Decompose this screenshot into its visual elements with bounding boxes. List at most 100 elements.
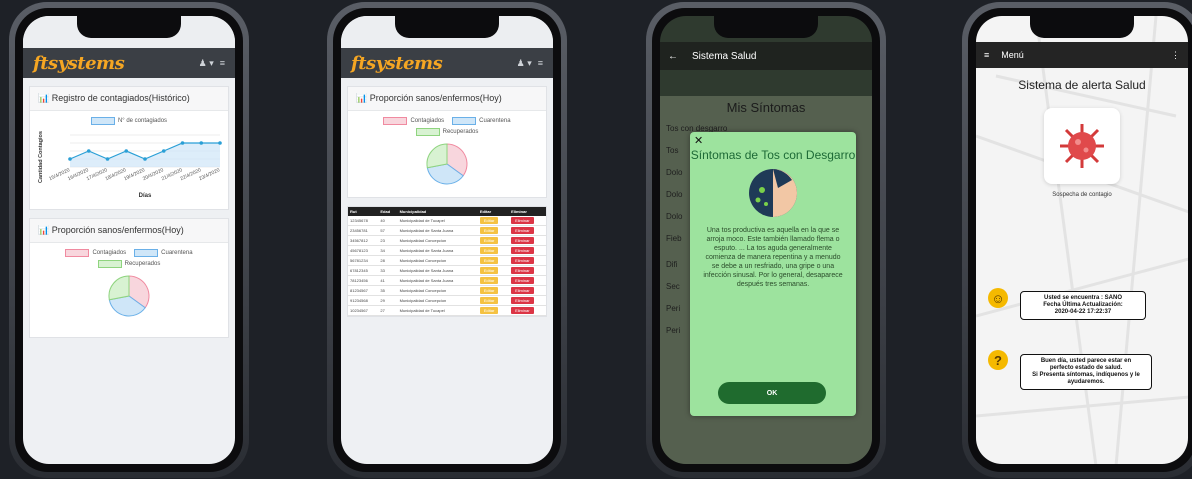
advice-bubble: Buen día, usted parece estar en perfecto… xyxy=(1020,354,1152,390)
legend-swatch xyxy=(383,117,408,125)
chart-icon: 📊 xyxy=(38,225,50,235)
back-arrow-icon[interactable]: ← xyxy=(668,51,678,62)
pie-slice-recuperados xyxy=(426,143,448,169)
admin-history-screen: ftsystems ♟ ▾ ≡ 📊 Registro de contagiados… xyxy=(23,16,235,464)
close-icon[interactable]: ✕ xyxy=(694,134,703,147)
table-cell: Municipalidad de Santa Juana xyxy=(397,275,478,286)
phone-bezel: ftsystems ♟ ▾ ≡ 📊 Proporción sanos/enferm… xyxy=(333,8,561,472)
data-point xyxy=(199,141,204,145)
symptom-item[interactable]: Tos xyxy=(666,146,678,155)
symptom-item[interactable]: Fieb xyxy=(666,234,682,243)
legend-contagiados: Contagiados xyxy=(92,250,127,256)
table-cell: Municipalidad de Tucapel xyxy=(397,305,478,316)
symptom-item[interactable]: Peri xyxy=(666,326,680,335)
thinking-emoji-icon: ☺ xyxy=(988,288,1008,308)
patients-table: Rut Edad Municipalidad Editar Eliminar 12345… xyxy=(348,207,546,316)
ok-button[interactable]: OK xyxy=(718,382,826,404)
edit-button[interactable]: Editar xyxy=(479,267,499,274)
delete-button[interactable]: Eliminar xyxy=(511,307,534,314)
delete-button[interactable]: Eliminar xyxy=(511,267,534,274)
menu-icon[interactable]: ≡ xyxy=(538,58,543,69)
table-header-cell: Rut xyxy=(348,207,379,216)
status-line-3: 2020-04-22 17:22:37 xyxy=(1054,309,1112,315)
delete-button[interactable]: Eliminar xyxy=(511,247,534,254)
menu-icon[interactable]: ≡ xyxy=(220,58,225,69)
table-row: 10234567 27 Municipalidad de Tucapel Editar… xyxy=(348,305,546,316)
advice-line-3: Si Presenta síntomas, indíquenos y le xyxy=(1032,372,1140,378)
menu-label[interactable]: Menú xyxy=(1001,50,1024,60)
legend-contagiados: Contagiados xyxy=(410,118,445,124)
phone-bezel: ftsystems ♟ ▾ ≡ 📊 Registro de contagiados… xyxy=(15,8,243,472)
history-line-chart: 15/4/202016/4/202017/4/202018/4/202019/4… xyxy=(38,131,222,199)
legend-cuarentena: Cuarentena xyxy=(479,118,511,124)
edit-button[interactable]: Editar xyxy=(479,247,499,254)
legend-label: N° de contagiados xyxy=(117,118,168,124)
menu-icon[interactable]: ≡ xyxy=(984,50,989,60)
symptom-item[interactable]: Dolo xyxy=(666,212,682,221)
user-icon[interactable]: ♟ ▾ xyxy=(517,58,532,69)
table-cell: 40 xyxy=(378,216,398,226)
legend-swatch xyxy=(415,128,440,136)
chart-icon: 📊 xyxy=(356,93,368,103)
edit-button[interactable]: Editar xyxy=(479,217,499,224)
table-header-cell: Edad xyxy=(378,207,398,216)
delete-button[interactable]: Eliminar xyxy=(511,297,534,304)
table-cell: Municipalidad de Santa Juana xyxy=(397,265,478,276)
table-row: 45678123 34 Municipalidad de Santa Juana Ed… xyxy=(348,245,546,256)
proportion-pie-chart xyxy=(108,275,150,317)
table-cell: Municipalidad Concepcion xyxy=(397,295,478,306)
chart2-title: Proporción sanos/enfermos(Hoy) xyxy=(369,93,502,103)
delete-button[interactable]: Eliminar xyxy=(511,287,534,294)
edit-button[interactable]: Editar xyxy=(479,297,499,304)
symptom-item[interactable]: Sec xyxy=(666,282,680,291)
delete-button[interactable]: Eliminar xyxy=(511,277,534,284)
data-point xyxy=(161,149,166,153)
brand-logo[interactable]: ftsystems xyxy=(33,53,125,74)
table-cell: 56781234 xyxy=(348,255,379,266)
proportion-card-1: 📊 Proporción sanos/enfermos(Hoy) Contagi… xyxy=(29,218,229,338)
table-cell: 29 xyxy=(378,295,398,306)
proportion-pie-chart xyxy=(426,143,468,185)
table-cell: 23456781 xyxy=(348,225,379,236)
table-cell: 12345678 xyxy=(348,216,379,226)
delete-button[interactable]: Eliminar xyxy=(511,227,534,234)
data-point xyxy=(86,149,91,153)
delete-button[interactable]: Eliminar xyxy=(511,217,534,224)
phone-bezel: ← Sistema Salud Mis Síntomas Tos con des… xyxy=(652,8,880,472)
edit-button[interactable]: Editar xyxy=(479,227,499,234)
symptom-item[interactable]: Dolo xyxy=(666,168,682,177)
symptom-item[interactable]: Peri xyxy=(666,304,680,313)
data-point xyxy=(105,157,110,161)
legend-cuarentena: Cuarentena xyxy=(161,250,193,256)
table-cell: Municipalidad de Santa Juana xyxy=(397,245,478,256)
phone-frame-3: ← Sistema Salud Mis Síntomas Tos con des… xyxy=(646,2,886,478)
edit-button[interactable]: Editar xyxy=(479,307,499,314)
symptom-item[interactable]: Dolo xyxy=(666,190,682,199)
symptom-item[interactable]: Difi xyxy=(666,260,678,269)
edit-button[interactable]: Editar xyxy=(479,257,499,264)
table-cell: 28 xyxy=(378,255,398,266)
table-row: 23456781 57 Municipalidad de Santa Juana Ed… xyxy=(348,225,546,236)
table-row: 12345678 40 Municipalidad de Tucapel Editar… xyxy=(348,216,546,226)
edit-button[interactable]: Editar xyxy=(479,287,499,294)
data-point xyxy=(68,157,72,161)
edit-button[interactable]: Editar xyxy=(479,237,499,244)
delete-button[interactable]: Eliminar xyxy=(511,257,534,264)
more-icon[interactable]: ⋮ xyxy=(1171,50,1180,61)
edit-button[interactable]: Editar xyxy=(479,277,499,284)
advice-line-4: ayudaremos. xyxy=(1067,379,1105,385)
chart-icon: 📊 xyxy=(38,93,50,103)
data-point xyxy=(218,141,222,145)
data-point xyxy=(180,141,185,145)
table-row: 34567812 23 Municipalidad Concepcion Editar… xyxy=(348,235,546,246)
legend-recuperados: Recuperados xyxy=(442,129,479,135)
user-icon[interactable]: ♟ ▾ xyxy=(199,58,214,69)
brand-logo[interactable]: ftsystems xyxy=(351,53,443,74)
delete-button[interactable]: Eliminar xyxy=(511,237,534,244)
alert-screen: ≡ Menú ⋮ Sistema de alerta Salud Sospech… xyxy=(976,16,1188,464)
cough-illustration-icon xyxy=(749,169,797,217)
pie-slice-recuperados xyxy=(108,275,130,301)
app-bar: ≡ Menú ⋮ xyxy=(976,42,1188,68)
virus-card[interactable] xyxy=(1044,108,1120,184)
phone-notch xyxy=(77,16,181,38)
